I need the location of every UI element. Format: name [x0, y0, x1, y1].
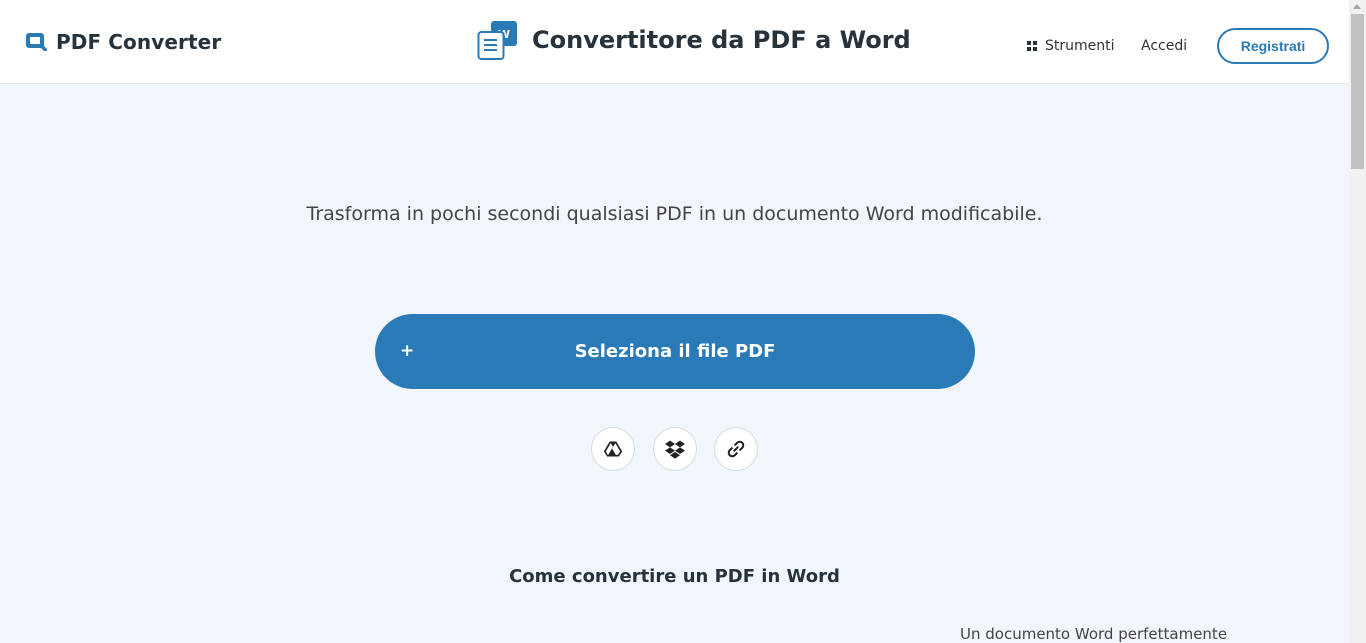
- scrollbar[interactable]: [1349, 0, 1366, 643]
- login-link[interactable]: Accedi: [1141, 38, 1187, 54]
- google-drive-button[interactable]: [591, 427, 635, 471]
- plus-icon: +: [400, 341, 415, 361]
- logo[interactable]: PDF Converter: [26, 30, 221, 54]
- scroll-up-arrow-icon[interactable]: [1353, 4, 1361, 9]
- header: PDF Converter W Convertitore da PDF a Wo…: [0, 0, 1349, 84]
- word-document-icon: W: [477, 21, 517, 60]
- select-pdf-button[interactable]: + Seleziona il file PDF: [375, 314, 975, 389]
- select-pdf-label: Seleziona il file PDF: [574, 341, 776, 362]
- url-link-button[interactable]: [714, 427, 758, 471]
- logo-text: PDF Converter: [56, 30, 222, 54]
- subtitle: Trasforma in pochi secondi qualsiasi PDF…: [306, 203, 1043, 225]
- teaser-text: Un documento Word perfettamente: [960, 625, 1228, 643]
- dropbox-icon: [665, 440, 685, 459]
- page-title-group: W Convertitore da PDF a Word: [477, 20, 911, 60]
- page-title: Convertitore da PDF a Word: [532, 26, 911, 54]
- grid-icon: [1027, 41, 1037, 51]
- link-icon: [727, 440, 745, 458]
- how-to-title: Come convertire un PDF in Word: [509, 566, 840, 587]
- logo-icon: [26, 33, 47, 51]
- scroll-thumb[interactable]: [1351, 14, 1364, 169]
- register-button[interactable]: Registrati: [1217, 28, 1329, 64]
- dropbox-button[interactable]: [653, 427, 697, 471]
- tools-label: Strumenti: [1045, 38, 1115, 54]
- google-drive-icon: [603, 441, 623, 457]
- tools-menu[interactable]: Strumenti: [1027, 38, 1115, 54]
